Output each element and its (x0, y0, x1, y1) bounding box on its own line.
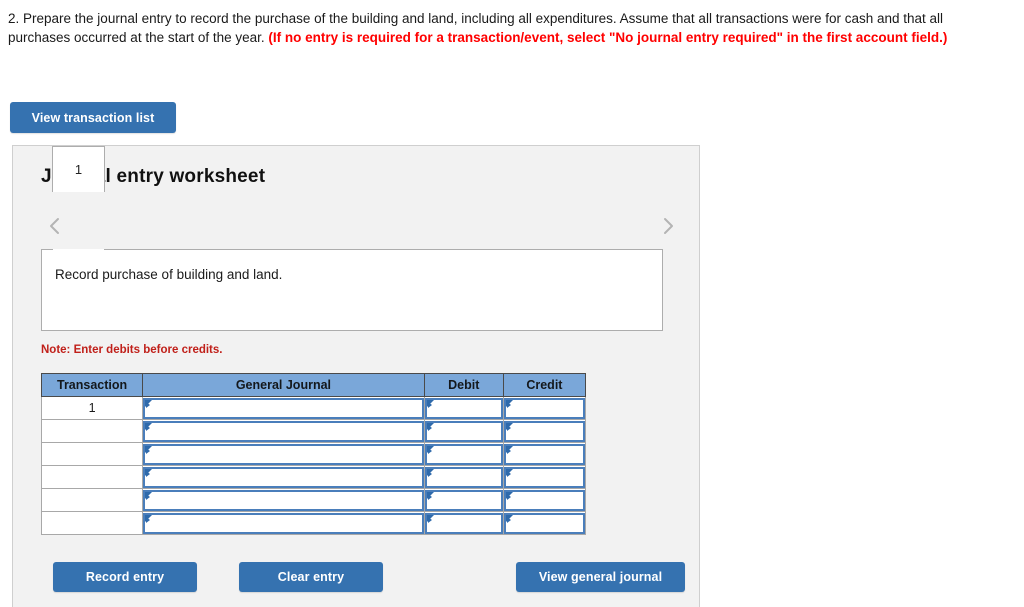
account-dropdown-input[interactable] (143, 466, 424, 488)
transaction-number-cell (40, 465, 144, 489)
transaction-number-cell (40, 488, 144, 512)
table-row (40, 442, 587, 466)
chevron-right-icon[interactable] (655, 212, 681, 240)
column-header-debit: Debit (423, 373, 504, 397)
transaction-number-cell (40, 419, 144, 443)
table-row (40, 419, 587, 443)
transaction-number-cell (40, 442, 144, 466)
credit-input[interactable] (503, 420, 585, 442)
credit-amount-cell[interactable] (502, 488, 587, 512)
column-header-transaction: Transaction (40, 373, 144, 397)
general-journal-account-cell[interactable] (142, 465, 425, 489)
credit-input[interactable] (503, 397, 585, 419)
debit-amount-cell[interactable] (423, 419, 504, 443)
account-dropdown-input[interactable] (143, 397, 424, 419)
debit-amount-cell[interactable] (423, 488, 504, 512)
general-journal-account-cell[interactable] (142, 442, 425, 466)
credit-amount-cell[interactable] (502, 442, 587, 466)
entry-description-box: Record purchase of building and land. (41, 249, 663, 331)
debit-input[interactable] (424, 512, 503, 534)
worksheet-tabstrip (41, 204, 681, 250)
table-row (40, 488, 587, 512)
debit-input[interactable] (424, 489, 503, 511)
column-header-credit: Credit (502, 373, 587, 397)
account-dropdown-input[interactable] (143, 443, 424, 465)
table-row (40, 465, 587, 489)
debit-amount-cell[interactable] (423, 511, 504, 535)
debit-amount-cell[interactable] (423, 465, 504, 489)
credit-input[interactable] (503, 489, 585, 511)
table-row (40, 511, 587, 535)
general-journal-account-cell[interactable] (142, 488, 425, 512)
debit-input[interactable] (424, 443, 503, 465)
credit-input[interactable] (503, 512, 585, 534)
general-journal-account-cell[interactable] (142, 396, 425, 420)
debit-input[interactable] (424, 420, 503, 442)
transaction-number-cell: 1 (40, 396, 144, 420)
credit-input[interactable] (503, 466, 585, 488)
instruction-highlight-text: (If no entry is required for a transacti… (268, 30, 948, 45)
debit-amount-cell[interactable] (423, 396, 504, 420)
journal-entry-worksheet-panel: Journal entry worksheet 1 Record purchas… (12, 145, 700, 607)
worksheet-tab-1[interactable]: 1 (52, 146, 105, 192)
journal-entry-table: Transaction General Journal Debit Credit… (40, 373, 587, 535)
view-general-journal-button[interactable]: View general journal (516, 562, 685, 592)
column-header-general-journal: General Journal (142, 373, 425, 397)
chevron-left-icon[interactable] (41, 212, 67, 240)
transaction-number-cell (40, 511, 144, 535)
record-entry-button[interactable]: Record entry (53, 562, 197, 592)
credit-amount-cell[interactable] (502, 465, 587, 489)
entry-description-text: Record purchase of building and land. (55, 267, 283, 282)
table-header-row: Transaction General Journal Debit Credit (40, 373, 587, 397)
general-journal-account-cell[interactable] (142, 419, 425, 443)
account-dropdown-input[interactable] (143, 512, 424, 534)
credit-amount-cell[interactable] (502, 419, 587, 443)
credit-input[interactable] (503, 443, 585, 465)
debit-input[interactable] (424, 397, 503, 419)
credit-amount-cell[interactable] (502, 511, 587, 535)
credit-amount-cell[interactable] (502, 396, 587, 420)
clear-entry-button[interactable]: Clear entry (239, 562, 383, 592)
worksheet-tab-label: 1 (74, 162, 83, 177)
question-instructions: 2. Prepare the journal entry to record t… (8, 9, 968, 47)
tab-active-notch (53, 249, 104, 251)
account-dropdown-input[interactable] (143, 489, 424, 511)
general-journal-account-cell[interactable] (142, 511, 425, 535)
debits-before-credits-note: Note: Enter debits before credits. (41, 344, 223, 356)
debit-amount-cell[interactable] (423, 442, 504, 466)
table-row: 1 (40, 396, 587, 420)
view-transaction-list-button[interactable]: View transaction list (10, 102, 176, 133)
account-dropdown-input[interactable] (143, 420, 424, 442)
table-body: 1 (40, 396, 587, 535)
debit-input[interactable] (424, 466, 503, 488)
